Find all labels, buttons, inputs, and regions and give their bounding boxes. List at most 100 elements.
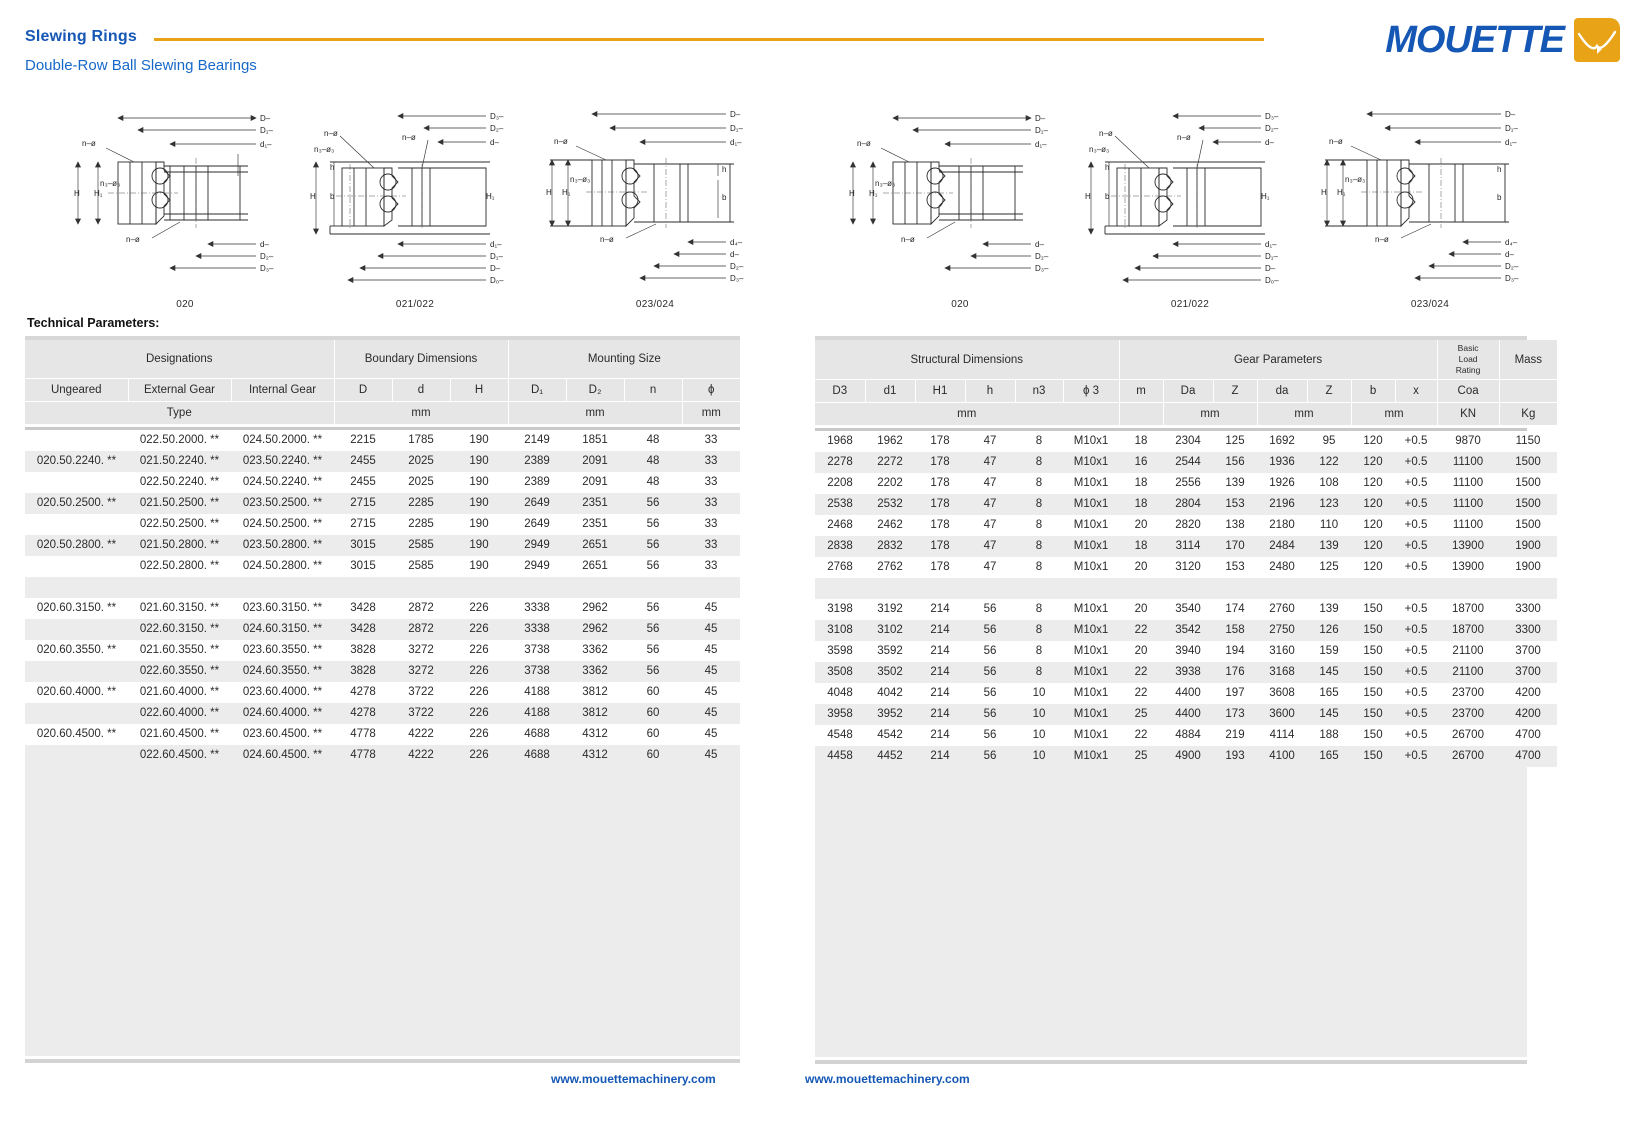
cell-n3: 10 xyxy=(1015,746,1063,767)
cell-D3: 2538 xyxy=(815,494,865,515)
cell-Z1: 153 xyxy=(1213,494,1257,515)
cell-x: +0.5 xyxy=(1404,477,1428,489)
cell-h: 56 xyxy=(965,620,1015,641)
col-header-d1: d1 xyxy=(865,379,916,403)
cell-D: 2715 xyxy=(350,518,376,530)
cell-Z1: 194 xyxy=(1225,645,1245,657)
footer-link-right[interactable]: www.mouettemachinery.com xyxy=(805,1072,970,1086)
cell-H1: 214 xyxy=(915,662,965,683)
table-row: 2208 2202 178 47 8 M10x1 18 2556 139 1926 108 120 +0… xyxy=(815,473,1557,494)
cell-n: 56 xyxy=(624,619,682,640)
cell-m: 22 xyxy=(1119,662,1163,683)
cell-da: 4100 xyxy=(1257,746,1307,767)
cell-D2: 2651 xyxy=(566,535,624,556)
cell-Da: 2556 xyxy=(1175,477,1201,489)
cell-n: 56 xyxy=(624,493,682,514)
cell-h: 47 xyxy=(983,477,997,489)
cell-d1: 2462 xyxy=(877,519,903,531)
col-header-da: da xyxy=(1257,379,1308,403)
cell-H1: 214 xyxy=(930,603,950,615)
cell-Da: 3940 xyxy=(1175,645,1201,657)
cell-phi: 33 xyxy=(704,434,718,446)
cell-H: 226 xyxy=(450,661,508,682)
cell-D3: 1968 xyxy=(827,435,853,447)
cell-internal: 023.60.4500. ** xyxy=(242,728,323,740)
cell-ungeared xyxy=(25,661,128,682)
cell-mass: 3700 xyxy=(1515,645,1541,657)
drawing-020-a: D– D₁– d₁– d– D₂– D₃– H H₁ n–ø n₃–ø₃ n–ø… xyxy=(60,96,310,310)
cell-phi: 45 xyxy=(704,644,718,656)
cell-Coa: 11100 xyxy=(1437,494,1499,515)
cell-phi3: M10x1 xyxy=(1073,435,1109,447)
unit-mass-kg: Kg xyxy=(1499,402,1558,425)
cell-phi3: M10x1 xyxy=(1073,729,1109,741)
right-table-bottom-rule xyxy=(815,1060,1527,1064)
svg-text:d–: d– xyxy=(260,240,269,249)
cell-x: +0.5 xyxy=(1404,645,1428,657)
cell-d: 2585 xyxy=(392,535,450,556)
cell-n3: 8 xyxy=(1035,645,1043,657)
cell-D3: 3108 xyxy=(815,620,865,641)
spacer-cell xyxy=(25,577,740,598)
cell-H: 190 xyxy=(469,434,489,446)
cell-h: 47 xyxy=(983,561,997,573)
cell-Z2: 145 xyxy=(1307,662,1351,683)
group-header-mass: Mass xyxy=(1499,340,1558,380)
cell-Z1: 170 xyxy=(1213,536,1257,557)
cell-ungeared: 020.50.2500. ** xyxy=(25,493,128,514)
cell-Da: 3114 xyxy=(1163,536,1213,557)
cell-Da: 4400 xyxy=(1175,687,1201,699)
cell-x: +0.5 xyxy=(1395,536,1437,557)
col-header-h: h xyxy=(965,379,1016,403)
cell-phi3: M10x1 xyxy=(1063,494,1119,515)
unit-type: Type xyxy=(25,401,335,424)
svg-text:b: b xyxy=(330,192,335,201)
svg-text:D₃–: D₃– xyxy=(1265,112,1279,121)
cell-internal: 024.60.3550. ** xyxy=(231,661,334,682)
page-subtitle: Double-Row Ball Slewing Bearings xyxy=(25,57,257,74)
cell-D: 2715 xyxy=(334,493,392,514)
cell-phi3: M10x1 xyxy=(1073,561,1109,573)
cell-internal: 023.50.2240. ** xyxy=(231,451,334,472)
cell-Z2: 145 xyxy=(1307,704,1351,725)
table-row: 4458 4452 214 56 10 M10x1 25 4900 193 4100 165 150 +… xyxy=(815,746,1557,767)
cell-D3: 3508 xyxy=(815,662,865,683)
cell-d: 3722 xyxy=(392,703,450,724)
cell-external: 022.60.3550. ** xyxy=(128,661,231,682)
cell-D2: 3812 xyxy=(566,703,624,724)
cell-H1: 214 xyxy=(930,645,950,657)
group-header-designations: Designations xyxy=(25,340,335,379)
cell-m: 25 xyxy=(1119,746,1163,767)
svg-text:D₁–: D₁– xyxy=(1505,124,1518,133)
cell-da: 2484 xyxy=(1257,536,1307,557)
cell-ungeared: 020.60.3150. ** xyxy=(36,602,117,614)
cell-phi: 33 xyxy=(704,518,718,530)
cell-Z2: 139 xyxy=(1319,603,1339,615)
table-row: 3108 3102 214 56 8 M10x1 22 3542 158 2750 126 150 +0… xyxy=(815,620,1557,641)
cell-ungeared xyxy=(25,430,128,451)
svg-text:D₀–: D₀– xyxy=(490,276,504,285)
col-header-n: n xyxy=(624,378,683,402)
footer-link-left[interactable]: www.mouettemachinery.com xyxy=(551,1072,716,1086)
header-divider-rule xyxy=(154,38,1264,41)
cell-x: +0.5 xyxy=(1404,687,1428,699)
cell-phi: 45 xyxy=(704,728,718,740)
cell-n: 60 xyxy=(624,745,682,766)
cell-m: 20 xyxy=(1134,645,1148,657)
table-row: 020.60.3150. ** 021.60.3150. ** 023.60.315… xyxy=(25,598,740,619)
cell-D3: 4548 xyxy=(827,729,853,741)
unit-structural-mm: mm xyxy=(815,402,1120,425)
cell-H1: 178 xyxy=(930,519,950,531)
svg-text:n–ø: n–ø xyxy=(1375,235,1389,244)
cell-Da: 3540 xyxy=(1175,603,1201,615)
cell-Z2: 108 xyxy=(1319,477,1339,489)
drawing-023-024-a: D– D₁– d₁– d₄– d– D₂– D₃– H H₁ h b n–ø n… xyxy=(530,96,780,310)
cell-D2: 2962 xyxy=(566,619,624,640)
cell-D: 3015 xyxy=(334,535,392,556)
cell-n: 56 xyxy=(624,535,682,556)
cell-ungeared xyxy=(25,472,128,493)
cell-external: 022.50.2500. ** xyxy=(139,518,220,530)
cell-n3: 8 xyxy=(1015,452,1063,473)
table-row-spacer xyxy=(25,577,740,598)
cell-H1: 178 xyxy=(930,477,950,489)
